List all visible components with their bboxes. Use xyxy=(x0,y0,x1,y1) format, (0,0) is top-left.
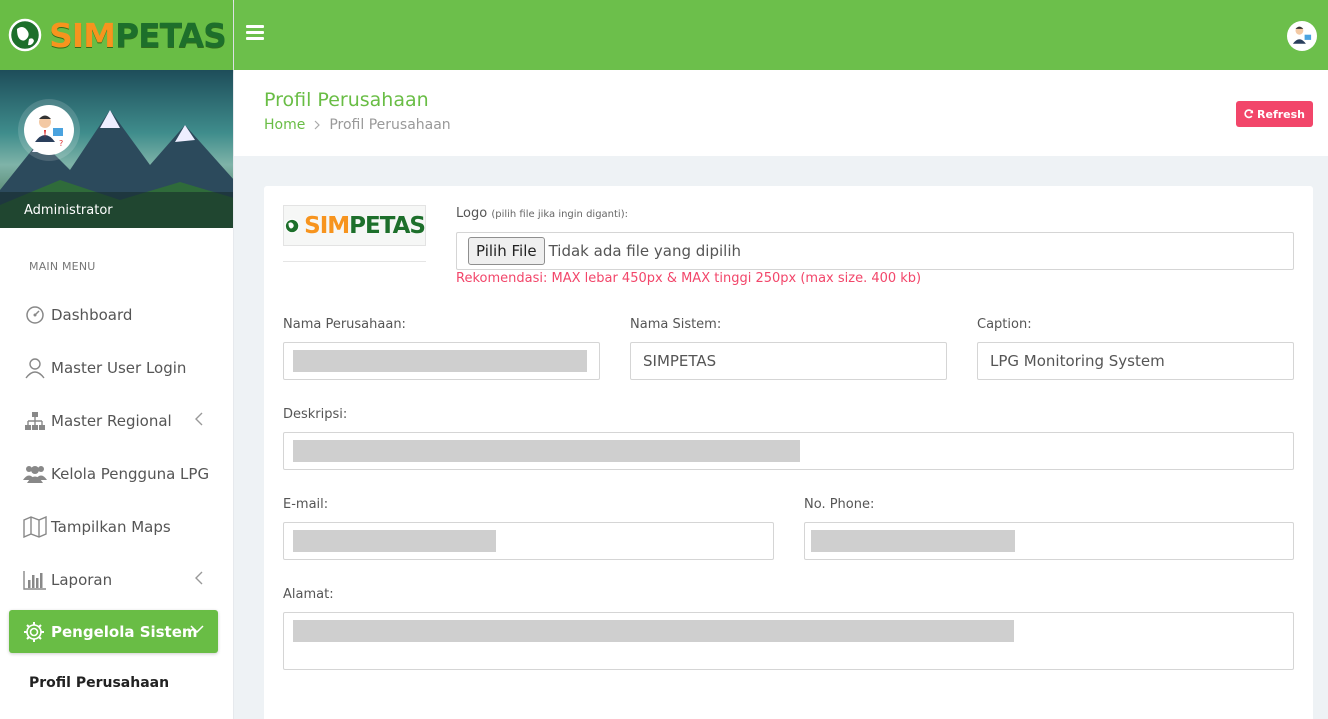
refresh-label: Refresh xyxy=(1257,107,1305,121)
caption-input[interactable]: LPG Monitoring System xyxy=(977,342,1294,380)
sidebar: SIMPETAS ? Administrator MAIN MENU Dashb… xyxy=(0,0,234,719)
redacted-value xyxy=(293,530,496,552)
refresh-icon xyxy=(1244,109,1254,119)
brand-logo[interactable]: SIMPETAS xyxy=(0,0,233,70)
redacted-value xyxy=(293,350,587,372)
alamat-textarea[interactable] xyxy=(283,612,1294,670)
sidebar-item-dashboard[interactable]: Dashboard xyxy=(0,288,233,341)
navbar-user-avatar[interactable] xyxy=(1287,21,1317,51)
chevron-right-icon xyxy=(314,120,321,130)
chevron-left-icon xyxy=(195,412,203,426)
company-profile-form: SIMPETAS Logo (pilih file jika ingin dig… xyxy=(264,186,1313,719)
redacted-value xyxy=(811,530,1015,552)
email-label: E-mail: xyxy=(283,497,329,512)
logo-label: Logo (pilih file jika ingin diganti): xyxy=(456,206,628,221)
logo-recommendation: Rekomendasi: MAX lebar 450px & MAX tingg… xyxy=(456,271,922,286)
breadcrumb-home-link[interactable]: Home xyxy=(264,117,305,133)
brand-name: SIMPETAS xyxy=(49,15,227,55)
logo-preview: SIMPETAS xyxy=(283,205,426,246)
globe-icon xyxy=(284,218,300,233)
nama-perusahaan-input[interactable] xyxy=(283,342,600,380)
divider xyxy=(283,261,426,262)
sidebar-item-master-user-login[interactable]: Master User Login xyxy=(0,341,233,394)
svg-text:?: ? xyxy=(59,139,63,148)
sidebar-item-master-regional[interactable]: Master Regional xyxy=(0,394,233,447)
breadcrumb-current: Profil Perusahaan xyxy=(329,117,451,133)
dashboard-icon xyxy=(23,303,47,327)
logo-file-input[interactable]: Pilih File Tidak ada file yang dipilih xyxy=(456,232,1294,270)
sitemap-icon xyxy=(23,409,47,433)
profile-banner: ? Administrator xyxy=(0,70,233,228)
submenu-profil-perusahaan[interactable]: Profil Perusahaan xyxy=(0,653,233,691)
gear-icon xyxy=(23,621,45,643)
avatar-icon: ? xyxy=(35,115,63,148)
sidebar-item-label: Kelola Pengguna LPG xyxy=(51,464,210,483)
alamat-label: Alamat: xyxy=(283,587,334,602)
bar-chart-icon xyxy=(23,568,47,592)
user-avatar[interactable]: ? xyxy=(24,105,74,155)
sidebar-item-label: Master User Login xyxy=(51,358,187,377)
nama-sistem-input[interactable]: SIMPETAS xyxy=(630,342,947,380)
sidebar-item-label: Master Regional xyxy=(51,411,172,430)
sidebar-item-label: Dashboard xyxy=(51,305,133,324)
logo-preview-text: SIMPETAS xyxy=(304,212,426,239)
phone-input[interactable] xyxy=(804,522,1294,560)
deskripsi-input[interactable] xyxy=(283,432,1294,470)
redacted-value xyxy=(293,440,800,462)
nama-perusahaan-label: Nama Perusahaan: xyxy=(283,317,406,332)
sidebar-item-label: Laporan xyxy=(51,570,113,589)
phone-label: No. Phone: xyxy=(804,497,875,512)
deskripsi-label: Deskripsi: xyxy=(283,407,348,422)
sidebar-item-label: Pengelola Sistem xyxy=(51,622,198,641)
page-header: Profil Perusahaan Home Profil Perusahaan… xyxy=(234,70,1328,156)
globe-icon xyxy=(8,18,42,52)
sidebar-item-label: Tampilkan Maps xyxy=(51,517,171,536)
avatar-icon xyxy=(1292,26,1312,44)
top-navbar xyxy=(234,0,1328,70)
sidebar-item-pengelola-sistem[interactable]: Pengelola Sistem xyxy=(9,610,218,653)
sidebar-user-name: Administrator xyxy=(0,192,233,228)
chevron-down-icon xyxy=(190,625,204,633)
page-title: Profil Perusahaan xyxy=(264,89,429,111)
user-icon xyxy=(23,356,47,380)
sidebar-item-kelola-pengguna-lpg[interactable]: Kelola Pengguna LPG xyxy=(0,447,233,500)
email-input[interactable] xyxy=(283,522,774,560)
choose-file-button[interactable]: Pilih File xyxy=(468,237,545,265)
breadcrumb: Home Profil Perusahaan xyxy=(264,117,451,133)
menu-header: MAIN MENU xyxy=(29,260,96,273)
users-icon xyxy=(23,462,47,486)
hamburger-menu-icon[interactable] xyxy=(246,25,264,43)
map-icon xyxy=(23,515,47,539)
refresh-button[interactable]: Refresh xyxy=(1236,101,1313,127)
sidebar-item-laporan[interactable]: Laporan xyxy=(0,553,233,606)
caption-label: Caption: xyxy=(977,317,1032,332)
nama-sistem-label: Nama Sistem: xyxy=(630,317,722,332)
redacted-value xyxy=(293,620,1014,642)
chevron-left-icon xyxy=(195,571,203,585)
file-status: Tidak ada file yang dipilih xyxy=(548,242,742,260)
sidebar-item-tampilkan-maps[interactable]: Tampilkan Maps xyxy=(0,500,233,553)
